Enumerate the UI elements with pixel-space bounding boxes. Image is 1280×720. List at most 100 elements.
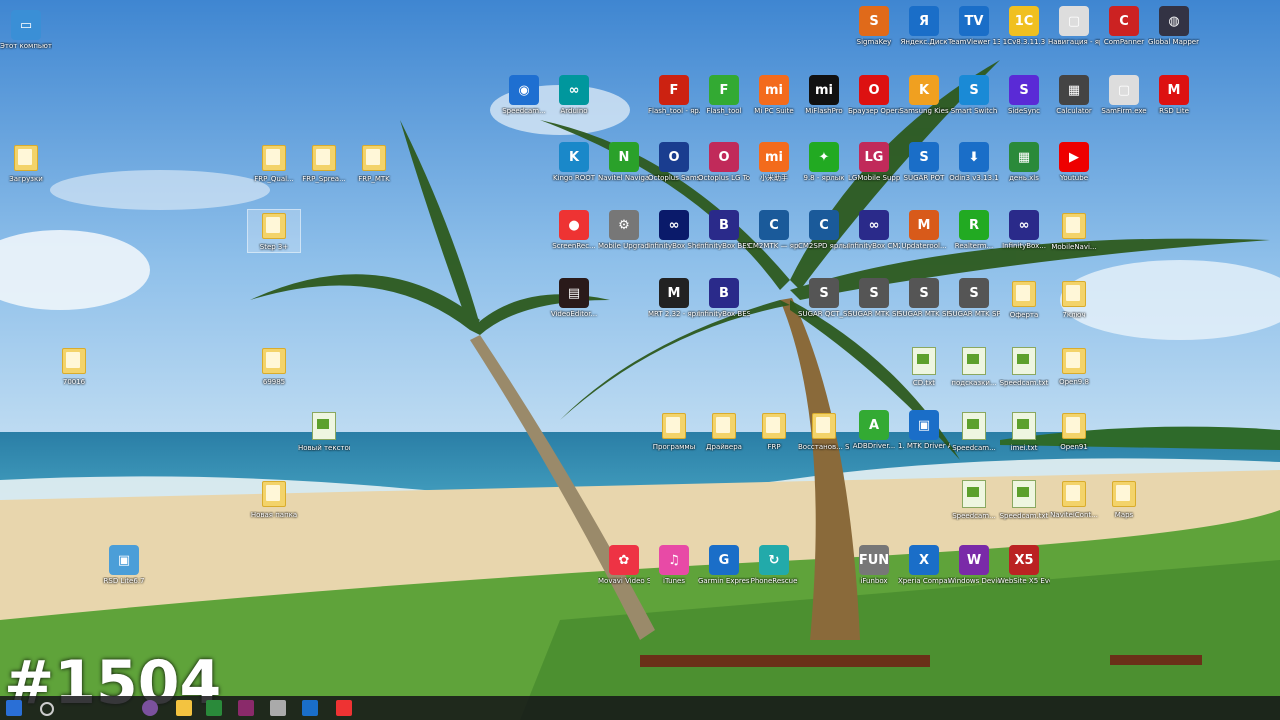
- desktop-icon[interactable]: LG LGMobile Support Tool: [848, 142, 900, 183]
- desktop-icon[interactable]: S SigmaKey: [848, 6, 900, 47]
- desktop-icon[interactable]: Speedcam.txt: [998, 345, 1050, 388]
- file-explorer-icon[interactable]: [176, 700, 192, 716]
- desktop-icon-label: Новая папка: [250, 511, 298, 519]
- folder-icon: [14, 145, 38, 171]
- device-icon[interactable]: [270, 700, 286, 716]
- desktop-icon[interactable]: N Navitel Navigat...: [598, 142, 650, 183]
- desktop-icon[interactable]: TV TeamViewer 13: [948, 6, 1000, 47]
- desktop-icon[interactable]: ▭ Этот компьютер: [0, 10, 52, 51]
- desktop-icon-label: 1Cv8.3.11.3: [1002, 38, 1046, 46]
- desktop-icon[interactable]: Новый текстов...: [298, 410, 350, 453]
- desktop-icon[interactable]: Speedcam.txt: [998, 478, 1050, 521]
- desktop-icon[interactable]: O Octoplus LG Tool: [698, 142, 750, 183]
- desktop-icon[interactable]: S Smart Switch: [948, 75, 1000, 116]
- desktop-icon[interactable]: Драйвера: [698, 410, 750, 452]
- desktop-icon[interactable]: F Flash_tool: [698, 75, 750, 116]
- desktop-icon[interactable]: S SUGAR MTK SP_G...: [898, 278, 950, 319]
- desktop-icon[interactable]: Я Яндекс.Диск: [898, 6, 950, 47]
- desktop-icon[interactable]: FRP_MTK: [348, 142, 400, 184]
- desktop-icon-label: 70016: [62, 378, 86, 386]
- desktop-icon[interactable]: FRP_Sprea...: [298, 142, 350, 184]
- desktop-icon[interactable]: ⬇ Odin3 v3.13.1: [948, 142, 1000, 183]
- desktop-icon[interactable]: ✦ 9.8 - ярлык: [798, 142, 850, 183]
- desktop-icon[interactable]: Программы: [648, 410, 700, 452]
- desktop-icon[interactable]: ◉ Speedcam...: [498, 75, 550, 116]
- desktop-icon[interactable]: Step 3+: [247, 209, 301, 253]
- desktop-icon[interactable]: Speedcam...: [948, 410, 1000, 453]
- desktop-icon[interactable]: B InfinityBox BEST: [698, 210, 750, 251]
- start-icon[interactable]: [6, 700, 22, 716]
- desktop-icon[interactable]: Оферта: [998, 278, 1050, 320]
- desktop-icon[interactable]: O Браузер Opera: [848, 75, 900, 116]
- desktop-icon[interactable]: C CM2SPD ярлык: [798, 210, 850, 251]
- desktop-icon[interactable]: ∞ InfinityBox...: [998, 210, 1050, 251]
- desktop-icon[interactable]: ▤ VideoEditor...: [548, 278, 600, 319]
- search-icon[interactable]: [40, 702, 54, 716]
- desktop-icon[interactable]: S SUGAR POT: [898, 142, 950, 183]
- desktop-icon[interactable]: G Garmin Express: [698, 545, 750, 586]
- desktop-icon[interactable]: 1С 1Cv8.3.11.3: [998, 6, 1050, 47]
- desktop-icon[interactable]: ▢ SamFirm.exe: [1098, 75, 1150, 116]
- desktop-icon[interactable]: ↻ PhoneRescue: [748, 545, 800, 586]
- desktop-icon[interactable]: FRP_Qual...: [248, 142, 300, 184]
- desktop-icon[interactable]: ◍ Global Mapper 12: [1148, 6, 1200, 47]
- desktop-icon[interactable]: mi MiFlashPro: [798, 75, 850, 116]
- desktop-icon[interactable]: Open91: [1048, 410, 1100, 452]
- desktop-icon[interactable]: A ADBDriver...: [848, 410, 900, 451]
- desktop-icon[interactable]: Speedcam...: [948, 478, 1000, 521]
- teamviewer-icon[interactable]: [302, 700, 318, 716]
- winrar-icon[interactable]: [238, 700, 254, 716]
- desktop-icon[interactable]: ⚙ Mobile Upgrade...: [598, 210, 650, 251]
- desktop-icon[interactable]: ▦ день.xls: [998, 142, 1050, 183]
- desktop-icon[interactable]: S SUGAR MTK SP G...: [848, 278, 900, 319]
- desktop-icon[interactable]: C CM2MTK — ярлык: [748, 210, 800, 251]
- desktop-icon[interactable]: Maps: [1098, 478, 1150, 520]
- desktop-icon[interactable]: ♫ iTunes: [648, 545, 700, 586]
- desktop-icon[interactable]: B InfinityBox BEST2: [698, 278, 750, 319]
- desktop-icon[interactable]: C ComPanner: [1098, 6, 1150, 47]
- desktop-icon[interactable]: R Realterm...: [948, 210, 1000, 251]
- desktop-icon[interactable]: K Kingo ROOT: [548, 142, 600, 183]
- desktop-icon[interactable]: mi Mi PC Suite: [748, 75, 800, 116]
- desktop-icon[interactable]: F Flash_tool - ярлык: [648, 75, 700, 116]
- desktop-icon[interactable]: 69985: [248, 345, 300, 387]
- desktop-icon[interactable]: ● ScreenRec...: [548, 210, 600, 251]
- desktop-icon[interactable]: ▣ RSD Lite6.7: [98, 545, 150, 586]
- screenrec-icon[interactable]: [336, 700, 352, 716]
- excel-icon[interactable]: [206, 700, 222, 716]
- desktop-icon[interactable]: W Windows Device...: [948, 545, 1000, 586]
- desktop-icon[interactable]: X Xperia Companion: [898, 545, 950, 586]
- desktop-icon[interactable]: ▦ Calculator: [1048, 75, 1100, 116]
- desktop-icon[interactable]: подсказки...: [948, 345, 1000, 388]
- desktop-icon[interactable]: ▢ Навигация - ярлык: [1048, 6, 1100, 47]
- desktop-icon[interactable]: 7ключ: [1048, 278, 1100, 320]
- desktop-icon[interactable]: Новая папка: [248, 478, 300, 520]
- desktop-icon[interactable]: Восстанов... SN: [798, 410, 850, 452]
- desktop-icon[interactable]: ∞ Arduino: [548, 75, 600, 116]
- desktop-icon[interactable]: S SUGAR MTK SP: [948, 278, 1000, 319]
- desktop-icon[interactable]: MobileNavi...: [1048, 210, 1100, 252]
- desktop-icon[interactable]: FUN iFunbox: [848, 545, 900, 586]
- desktop-icon[interactable]: NaviteiCont...: [1048, 478, 1100, 520]
- desktop-icon[interactable]: mi 小米助手: [748, 142, 800, 183]
- desktop-icon[interactable]: S SUGAR QCT_SP: [798, 278, 850, 319]
- desktop-icon[interactable]: M Updaterool...: [898, 210, 950, 251]
- desktop-icon[interactable]: X5 WebSite X5 Evolution 15: [998, 545, 1050, 586]
- desktop-icon[interactable]: M RSD Lite: [1148, 75, 1200, 116]
- desktop-icon[interactable]: CD.txt: [898, 345, 950, 388]
- desktop-icon[interactable]: ∞ InfinityBox CM2QLM: [848, 210, 900, 251]
- desktop-icon[interactable]: imei.txt: [998, 410, 1050, 453]
- desktop-icon[interactable]: M MRT 2.32 - ярлык: [648, 278, 700, 319]
- desktop-icon[interactable]: K Samsung Kies: [898, 75, 950, 116]
- desktop-icon[interactable]: 70016: [48, 345, 100, 387]
- desktop-icon[interactable]: ✿ Movavi Video Sui...: [598, 545, 650, 586]
- desktop-icon[interactable]: ∞ InfinityBox Shell: [648, 210, 700, 251]
- desktop-icon[interactable]: O Octoplus Samsun...: [648, 142, 700, 183]
- viber-icon[interactable]: [142, 700, 158, 716]
- desktop-icon[interactable]: Загрузки: [0, 142, 52, 184]
- desktop-icon[interactable]: Open9.8: [1048, 345, 1100, 387]
- desktop-icon[interactable]: S SideSync: [998, 75, 1050, 116]
- desktop-icon[interactable]: ▣ 1. MTK Driver Auto Install...: [898, 410, 950, 451]
- desktop-icon[interactable]: FRP: [748, 410, 800, 452]
- desktop-icon[interactable]: ▶ Youtube: [1048, 142, 1100, 183]
